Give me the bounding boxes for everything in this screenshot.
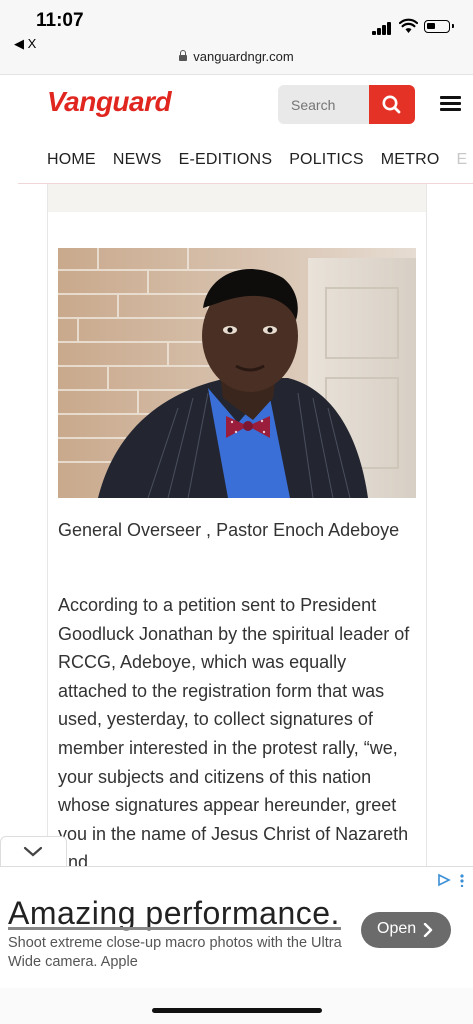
lock-icon [179,50,188,61]
card-header-strip [48,184,426,212]
nav-item-home[interactable]: HOME [47,151,96,169]
photo-caption: General Overseer , Pastor Enoch Adeboye [58,520,400,540]
ad-headline-underline [8,927,341,930]
bottom-safe-area [0,988,473,1024]
nav-item-metro[interactable]: METRO [381,151,440,169]
nav-item-news[interactable]: NEWS [113,151,162,169]
chevron-down-icon [23,846,43,857]
ad-banner[interactable]: Amazing performance. Shoot extreme close… [0,866,473,990]
article-photo [58,248,416,498]
search-box[interactable] [278,85,371,124]
clock: 11:07 [36,10,84,31]
ad-choices-icon[interactable] [436,873,466,887]
wifi-icon [399,18,418,33]
collapse-ad-button[interactable] [0,836,67,867]
chevron-right-icon [423,923,433,937]
ad-open-label: Open [377,920,417,937]
menu-icon[interactable] [440,96,461,112]
signal-icon [372,21,394,35]
ad-open-button[interactable]: Open [361,912,451,948]
home-indicator[interactable] [152,1008,322,1013]
search-button[interactable] [369,85,415,124]
main-nav: HOME NEWS E-EDITIONS POLITICS METRO E [47,151,473,169]
nav-item-next[interactable]: E [456,151,467,169]
browser-status-bar: 11:07 ◀ X vanguardngr.com [0,0,473,74]
nav-item-e-editions[interactable]: E-EDITIONS [179,151,273,169]
battery-icon [424,20,454,33]
article-body: According to a petition sent to Presiden… [58,595,410,873]
divider [0,74,473,75]
search-input[interactable] [278,85,371,124]
ad-description: Shoot extreme close-up macro photos with… [8,935,342,970]
address-bar[interactable]: vanguardngr.com [0,49,473,64]
nav-item-politics[interactable]: POLITICS [289,151,364,169]
article-card: General Overseer , Pastor Enoch Adeboye … [47,184,427,884]
site-logo[interactable]: Vanguard [47,86,172,118]
url-text: vanguardngr.com [193,49,294,64]
search-icon [382,95,401,114]
